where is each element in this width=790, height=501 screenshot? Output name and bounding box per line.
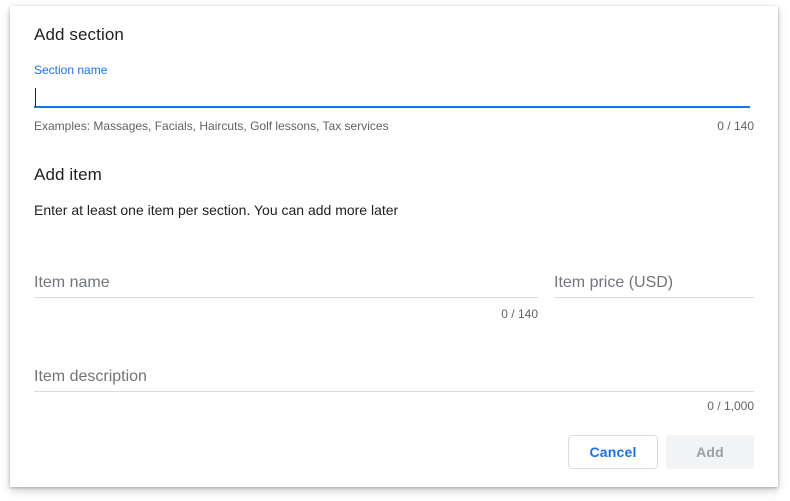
item-price-placeholder: Item price (USD) — [554, 274, 674, 291]
section-name-counter: 0 / 140 — [717, 119, 754, 133]
add-button[interactable]: Add — [666, 435, 754, 469]
item-name-counter: 0 / 140 — [501, 307, 538, 321]
add-section-dialog: Add section Section name Examples: Massa… — [10, 6, 778, 487]
text-cursor — [35, 88, 36, 107]
item-name-placeholder: Item name — [34, 274, 110, 291]
item-price-field[interactable]: Item price (USD) — [554, 266, 754, 298]
item-name-field[interactable]: Item name — [34, 266, 538, 298]
add-item-description: Enter at least one item per section. You… — [34, 202, 399, 218]
item-description-field[interactable]: Item description — [34, 359, 754, 392]
item-description-placeholder: Item description — [34, 368, 147, 385]
section-name-input[interactable] — [34, 84, 750, 108]
section-name-helper: Examples: Massages, Facials, Haircuts, G… — [34, 119, 389, 133]
item-description-counter: 0 / 1,000 — [707, 399, 754, 413]
add-item-title: Add item — [34, 165, 102, 184]
section-name-label: Section name — [34, 63, 108, 77]
cancel-button[interactable]: Cancel — [568, 435, 658, 469]
add-section-title: Add section — [34, 25, 124, 44]
